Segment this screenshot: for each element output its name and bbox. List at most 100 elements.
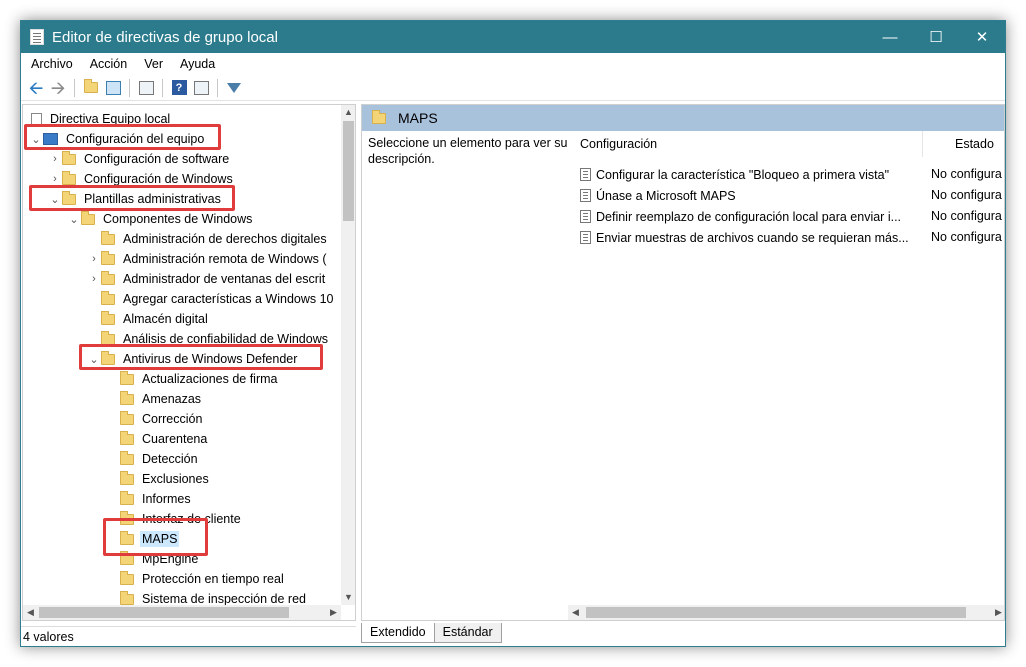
tree-item-signature-updates[interactable]: Actualizaciones de firma — [106, 369, 279, 389]
tree-item-windows-components[interactable]: ⌄ Componentes de Windows — [67, 209, 254, 229]
back-icon[interactable]: 🡨 — [25, 77, 47, 99]
folder-icon — [62, 151, 76, 165]
chevron-down-icon[interactable]: ⌄ — [67, 213, 81, 226]
tree-item-windows-config[interactable]: › Configuración de Windows — [48, 169, 235, 189]
menu-ver[interactable]: Ver — [134, 57, 170, 71]
tree-item-label: Protección en tiempo real — [142, 572, 284, 586]
tree-item-threats[interactable]: Amenazas — [106, 389, 203, 409]
scroll-thumb[interactable] — [343, 121, 354, 221]
tree-item-label: Exclusiones — [142, 472, 209, 486]
window-title: Editor de directivas de grupo local — [52, 28, 278, 46]
policy-row[interactable]: Configurar la característica "Bloqueo a … — [580, 164, 889, 185]
chevron-right-icon[interactable]: › — [87, 273, 101, 285]
menu-accion[interactable]: Acción — [80, 57, 135, 71]
export-list-icon[interactable] — [135, 77, 157, 99]
tree-item-computer-config[interactable]: ⌄ Configuración del equipo — [29, 129, 206, 149]
scroll-right-icon[interactable]: ▶ — [991, 605, 1004, 620]
help-icon[interactable]: ? — [168, 77, 190, 99]
folder-icon — [120, 591, 134, 605]
tree-item-quarantine[interactable]: Cuarentena — [106, 429, 209, 449]
tree-horizontal-scrollbar[interactable]: ◀ ▶ — [23, 605, 341, 620]
view-tabs: Extendido Estándar — [361, 623, 502, 643]
chevron-down-icon[interactable]: ⌄ — [48, 193, 62, 206]
scroll-up-icon[interactable]: ▲ — [341, 105, 355, 120]
tree-item-label: Informes — [142, 492, 191, 506]
gpedit-window: Editor de directivas de grupo local — ☐ … — [20, 20, 1006, 647]
up-folder-icon[interactable] — [80, 77, 102, 99]
title-bar: Editor de directivas de grupo local — ☐ … — [21, 21, 1005, 53]
list-horizontal-scrollbar[interactable]: ◀ ▶ — [568, 605, 1004, 620]
policy-setting-icon — [580, 210, 591, 223]
tree-item-defender[interactable]: ⌄ Antivirus de Windows Defender — [87, 349, 299, 369]
policy-state: No configura — [931, 167, 1002, 181]
folder-icon — [101, 351, 115, 365]
description-text: Seleccione un elemento para ver su descr… — [368, 136, 568, 166]
toolbar-separator — [162, 78, 163, 97]
chevron-right-icon[interactable]: › — [48, 153, 62, 165]
tree-item-root[interactable]: Directiva Equipo local — [31, 109, 172, 129]
tree-item-label: Interfaz de cliente — [142, 512, 241, 526]
folder-icon — [101, 271, 115, 285]
tree-item-dwm[interactable]: › Administrador de ventanas del escrit — [87, 269, 327, 289]
column-divider[interactable] — [922, 131, 923, 157]
tree-item-remediation[interactable]: Corrección — [106, 409, 204, 429]
tree-item-label: MAPS — [140, 531, 180, 547]
tree-item-reports[interactable]: Informes — [106, 489, 193, 509]
tree-item-maps[interactable]: MAPS — [106, 529, 180, 549]
scroll-left-icon[interactable]: ◀ — [23, 605, 38, 620]
column-header-config[interactable]: Configuración — [580, 137, 657, 151]
folder-icon — [120, 431, 134, 445]
status-bar: 4 valores — [21, 626, 356, 646]
details-header: MAPS — [362, 105, 1004, 131]
menu-ayuda[interactable]: Ayuda — [170, 57, 222, 71]
tree-pane: Directiva Equipo local ⌄ Configuración d… — [22, 104, 356, 621]
tab-extended[interactable]: Extendido — [361, 623, 435, 643]
forward-icon[interactable]: 🡪 — [47, 77, 69, 99]
status-text: 4 valores — [23, 629, 74, 644]
scroll-thumb[interactable] — [39, 607, 289, 618]
tree-item-software-config[interactable]: › Configuración de software — [48, 149, 231, 169]
tree-item-drm[interactable]: Administración de derechos digitales — [87, 229, 329, 249]
properties-icon[interactable] — [190, 77, 212, 99]
menu-archivo[interactable]: Archivo — [21, 57, 80, 71]
scroll-left-icon[interactable]: ◀ — [568, 605, 583, 620]
folder-icon — [120, 411, 134, 425]
scroll-right-icon[interactable]: ▶ — [326, 605, 341, 620]
tree-item-realtime-protection[interactable]: Protección en tiempo real — [106, 569, 286, 589]
details-title: MAPS — [398, 110, 438, 126]
show-hide-tree-icon[interactable] — [102, 77, 124, 99]
folder-icon — [120, 451, 134, 465]
chevron-right-icon[interactable]: › — [87, 253, 101, 265]
minimize-button[interactable]: — — [867, 21, 913, 53]
policy-row[interactable]: Únase a Microsoft MAPS — [580, 185, 736, 206]
menu-bar: Archivo Acción Ver Ayuda — [21, 53, 1005, 75]
tree-item-add-features[interactable]: Agregar características a Windows 10 — [87, 289, 336, 309]
chevron-right-icon[interactable]: › — [48, 173, 62, 185]
filter-icon[interactable] — [223, 77, 245, 99]
policy-row[interactable]: Enviar muestras de archivos cuando se re… — [580, 227, 909, 248]
tree-item-winrm[interactable]: › Administración remota de Windows ( — [87, 249, 329, 269]
policy-doc-icon — [31, 112, 42, 126]
maximize-button[interactable]: ☐ — [913, 21, 959, 53]
tree-item-digital-locker[interactable]: Almacén digital — [87, 309, 210, 329]
scroll-thumb[interactable] — [586, 607, 966, 618]
tab-standard[interactable]: Estándar — [434, 623, 502, 643]
tree-vertical-scrollbar[interactable]: ▲ ▼ — [341, 105, 355, 605]
tree-item-label: Directiva Equipo local — [50, 112, 171, 126]
tree-item-detection[interactable]: Detección — [106, 449, 200, 469]
tree-item-reliability[interactable]: Análisis de confiabilidad de Windows — [87, 329, 330, 349]
folder-icon — [101, 231, 115, 245]
folder-icon — [62, 191, 76, 205]
chevron-down-icon[interactable]: ⌄ — [87, 353, 101, 366]
tree-item-mpengine[interactable]: MpEngine — [106, 549, 200, 569]
scroll-down-icon[interactable]: ▼ — [341, 590, 355, 605]
folder-icon — [120, 391, 134, 405]
details-pane: MAPS Seleccione un elemento para ver su … — [361, 104, 1005, 621]
tree-item-exclusions[interactable]: Exclusiones — [106, 469, 211, 489]
column-header-state[interactable]: Estado — [955, 137, 994, 151]
policy-row[interactable]: Definir reemplazo de configuración local… — [580, 206, 901, 227]
close-button[interactable]: ✕ — [959, 21, 1005, 53]
chevron-down-icon[interactable]: ⌄ — [29, 133, 43, 146]
tree-item-client-interface[interactable]: Interfaz de cliente — [106, 509, 243, 529]
tree-item-admin-templates[interactable]: ⌄ Plantillas administrativas — [48, 189, 223, 209]
